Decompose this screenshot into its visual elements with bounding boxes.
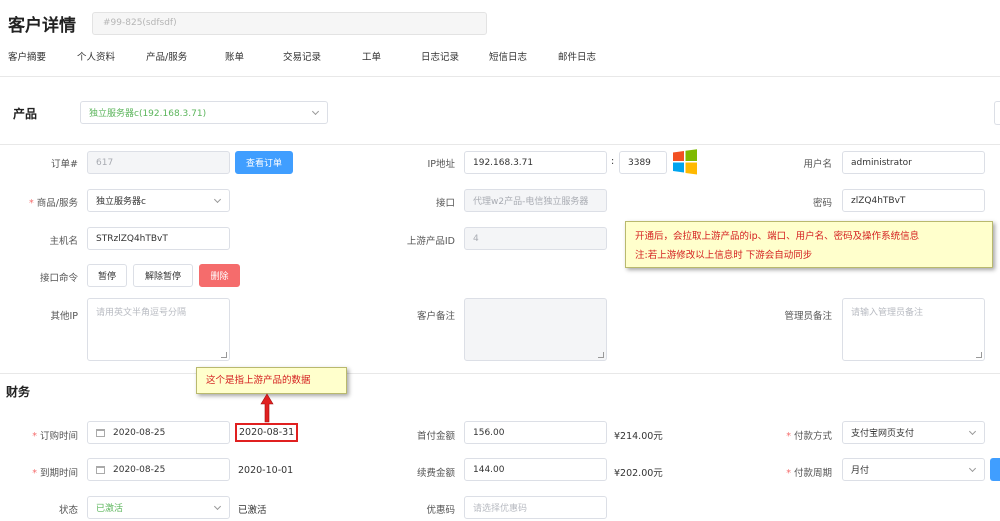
required-mark: * [32, 468, 37, 479]
renew-amount-upstream: ¥202.00元 [614, 468, 663, 479]
username-label: 用户名 [803, 159, 832, 170]
first-payment-label: 首付金额 [416, 431, 455, 442]
order-no-field: 617 [87, 151, 230, 174]
finance-divider [0, 373, 1000, 374]
service-label: * 商品/服务 [29, 198, 78, 209]
ip-address-input[interactable]: 192.168.3.71 [464, 151, 607, 174]
password-input[interactable]: zlZQ4hTBvT [842, 189, 985, 212]
sync-note-line2: 注:若上游修改以上信息时 下游会自动同步 [635, 250, 813, 261]
chevron-down-icon [311, 107, 320, 116]
coupon-label: 优惠码 [426, 505, 455, 516]
interface-field: 代理w2产品-电信独立服务器 [464, 189, 607, 212]
billing-cycle-label: * 付款周期 [786, 468, 832, 479]
resize-handle-icon [598, 352, 604, 358]
billing-cycle-value: 月付 [851, 466, 870, 476]
hostname-input[interactable]: STRzlZQ4hTBvT [87, 227, 230, 250]
tab-profile[interactable]: 个人资料 [77, 49, 115, 63]
due-time-label: * 到期时间 [32, 468, 78, 479]
tab-products[interactable]: 产品/服务 [146, 49, 187, 63]
resize-handle-icon[interactable] [976, 352, 982, 358]
interface-cmd-label: 接口命令 [39, 273, 78, 284]
admin-note-label: 管理员备注 [784, 311, 832, 322]
product-divider [0, 144, 1000, 145]
order-time-label: * 订购时间 [32, 431, 78, 442]
product-select-value: 独立服务器c(192.168.3.71) [89, 109, 207, 119]
product-section-title: 产品 [13, 107, 38, 121]
admin-note-placeholder: 请输入管理员备注 [851, 308, 924, 318]
due-time-datepicker[interactable]: 2020-08-25 [87, 458, 230, 481]
sync-note-line1: 开通后，会拉取上游产品的ip、端口、用户名、密码及操作系统信息 [635, 231, 920, 242]
password-label: 密码 [812, 198, 832, 209]
service-select-value: 独立服务器c [96, 197, 146, 207]
other-ip-placeholder: 请用英文半角逗号分隔 [96, 308, 187, 318]
view-order-button[interactable]: 查看订单 [235, 151, 293, 174]
renew-amount-input[interactable]: 144.00 [464, 458, 607, 481]
tab-transactions[interactable]: 交易记录 [283, 49, 321, 63]
tab-logs[interactable]: 日志记录 [421, 49, 459, 63]
first-payment-upstream: ¥214.00元 [614, 431, 663, 442]
unsuspend-button[interactable]: 解除暂停 [133, 264, 193, 287]
edge-primary-button[interactable] [990, 458, 1000, 481]
renew-amount-label: 续费金额 [416, 468, 455, 479]
order-time-value: 2020-08-25 [113, 427, 166, 438]
required-mark: * [786, 468, 791, 479]
tabs-divider [0, 76, 1000, 77]
customer-note-textarea [464, 298, 607, 361]
other-ip-label: 其他IP [50, 311, 78, 322]
finance-section-title: 财务 [6, 385, 31, 399]
client-search-input[interactable]: #99-825(sdfsdf) [92, 12, 487, 35]
tab-summary[interactable]: 客户摘要 [8, 49, 46, 63]
due-time-value: 2020-08-25 [113, 464, 166, 475]
calendar-icon [96, 465, 105, 474]
tab-email-logs[interactable]: 邮件日志 [558, 49, 596, 63]
required-mark: * [29, 198, 34, 209]
chevron-down-icon [968, 427, 977, 436]
service-select[interactable]: 独立服务器c [87, 189, 230, 212]
order-time-datepicker[interactable]: 2020-08-25 [87, 421, 230, 444]
first-payment-input[interactable]: 156.00 [464, 421, 607, 444]
page-title: 客户详情 [8, 16, 76, 36]
suspend-button[interactable]: 暂停 [87, 264, 127, 287]
billing-cycle-select[interactable]: 月付 [842, 458, 985, 481]
upstream-data-annotation: 这个是指上游产品的数据 [196, 367, 347, 394]
admin-note-textarea[interactable]: 请输入管理员备注 [842, 298, 985, 361]
tab-sms-logs[interactable]: 短信日志 [489, 49, 527, 63]
hostname-label: 主机名 [49, 236, 78, 247]
status-select[interactable]: 已激活 [87, 496, 230, 519]
delete-button[interactable]: 删除 [199, 264, 240, 287]
product-select[interactable]: 独立服务器c(192.168.3.71) [80, 101, 328, 124]
payment-method-label: * 付款方式 [786, 431, 832, 442]
upstream-id-field: 4 [464, 227, 607, 250]
tab-invoices[interactable]: 账单 [225, 49, 244, 63]
arrow-up-icon [260, 393, 274, 423]
other-ip-textarea[interactable]: 请用英文半角逗号分隔 [87, 298, 230, 361]
tab-tickets[interactable]: 工单 [362, 49, 381, 63]
chevron-down-icon [213, 195, 222, 204]
upstream-id-label: 上游产品ID [406, 236, 455, 247]
port-separator: : [611, 156, 615, 167]
windows-logo-icon [673, 149, 697, 175]
payment-method-value: 支付宝网页支付 [851, 429, 915, 439]
interface-label: 接口 [435, 198, 455, 209]
right-edge-button[interactable] [994, 101, 1000, 125]
coupon-select[interactable]: 请选择优惠码 [464, 496, 607, 519]
status-value: 已激活 [96, 504, 124, 514]
status-label: 状态 [58, 505, 78, 516]
payment-method-select[interactable]: 支付宝网页支付 [842, 421, 985, 444]
upstream-due-time: 2020-10-01 [238, 465, 294, 476]
username-input[interactable]: administrator [842, 151, 985, 174]
ip-label: IP地址 [427, 159, 455, 170]
resize-handle-icon[interactable] [221, 352, 227, 358]
port-input[interactable]: 3389 [619, 151, 667, 174]
upstream-status: 已激活 [238, 505, 267, 516]
chevron-down-icon [968, 464, 977, 473]
required-mark: * [32, 431, 37, 442]
upstream-order-time: 2020-08-31 [235, 423, 299, 442]
sync-info-annotation: 开通后，会拉取上游产品的ip、端口、用户名、密码及操作系统信息 注:若上游修改以… [625, 221, 993, 268]
customer-note-label: 客户备注 [416, 311, 455, 322]
chevron-down-icon [213, 502, 222, 511]
calendar-icon [96, 428, 105, 437]
required-mark: * [786, 431, 791, 442]
order-no-label: 订单# [51, 159, 78, 170]
